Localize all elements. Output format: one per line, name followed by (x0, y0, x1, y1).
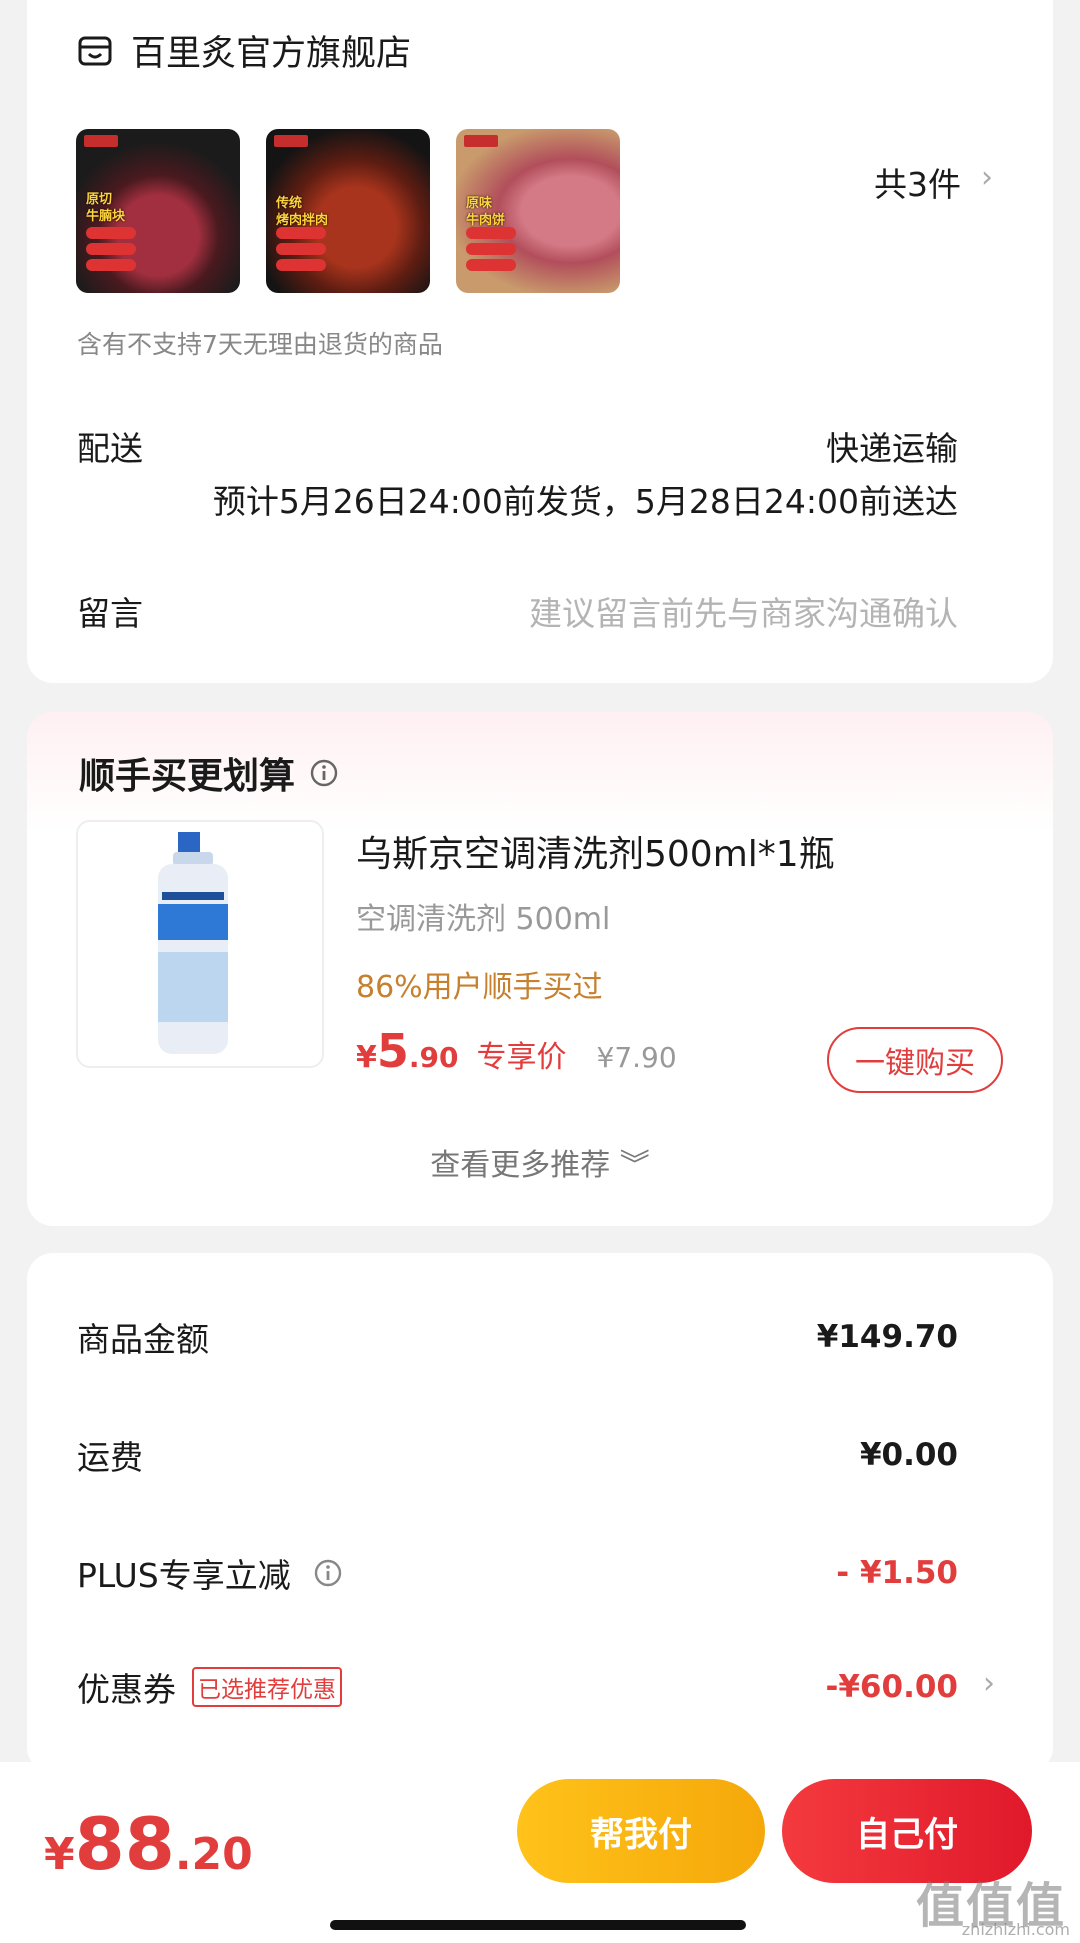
message-input[interactable]: 建议留言前先与商家沟通确认 (529, 587, 958, 635)
product-thumbnails[interactable]: 原切 牛腩块 传统 烤肉拌肉 原味 牛肉饼 (76, 129, 620, 293)
freight-row: 运费 ¥0.00 (77, 1431, 958, 1479)
price-summary-card: 商品金额 ¥149.70 运费 ¥0.00 PLUS专享立减 - ¥1.50 优… (27, 1253, 1053, 1773)
recommendation-title-text: 顺手买更划算 (79, 756, 296, 797)
goods-amount-value: ¥149.70 (816, 1319, 958, 1355)
brand-logo (84, 135, 118, 147)
shop-name: 百里炙官方旗舰店 (131, 34, 412, 74)
shipping-method[interactable]: 快递运输 (826, 422, 958, 470)
recommended-product-name[interactable]: 乌斯京空调清洗剂500ml*1瓶 (356, 825, 835, 877)
watermark-url: zhizhizhi.com (961, 1920, 1070, 1939)
price-currency: ¥ (356, 1040, 377, 1075)
total-integer: 88 (74, 1802, 175, 1886)
product-thumb-beef-patty[interactable]: 原味 牛肉饼 (456, 129, 620, 293)
product-thumb-beef-brisket[interactable]: 原切 牛腩块 (76, 129, 240, 293)
brand-logo (274, 135, 308, 147)
one-click-buy-button[interactable]: 一键购买 (827, 1027, 1003, 1093)
bottom-action-bar: ¥ 88 .20 帮我付 自己付 值值值 zhizhizhi.com (0, 1762, 1080, 1943)
freight-label: 运费 (77, 1438, 143, 1477)
home-indicator[interactable] (330, 1920, 746, 1930)
store-icon (78, 36, 112, 65)
product-caption: 传统 烤肉拌肉 (276, 196, 329, 228)
chevron-right-icon[interactable]: › (983, 1666, 995, 1701)
coupon-badge: 已选推荐优惠 (192, 1667, 342, 1707)
product-caption: 原味 牛肉饼 (466, 196, 506, 228)
social-proof-text: 86%用户顺手买过 (356, 970, 603, 1005)
recommendation-title: 顺手买更划算 (79, 747, 339, 799)
spray-can-icon (158, 832, 228, 1054)
total-price: ¥ 88 .20 (44, 1802, 253, 1886)
exclusive-price-tag: 专享价 (476, 1040, 567, 1075)
items-count[interactable]: 共3件 (874, 158, 961, 206)
plus-discount-row: PLUS专享立减 - ¥1.50 (77, 1549, 958, 1597)
message-label: 留言 (77, 594, 143, 633)
price-decimal: .90 (408, 1041, 459, 1074)
help-me-pay-button[interactable]: 帮我付 (517, 1779, 765, 1883)
recommended-product-price: ¥ 5 .90 专享价 ¥7.90 (356, 1024, 677, 1078)
total-decimal: .20 (174, 1829, 253, 1880)
coupon-value[interactable]: -¥60.00 (826, 1669, 959, 1705)
goods-amount-row: 商品金额 ¥149.70 (77, 1313, 958, 1361)
info-icon[interactable] (313, 1558, 343, 1588)
shop-header[interactable]: 百里炙官方旗舰店 (77, 25, 411, 76)
recommended-product-spec: 空调清洗剂 500ml (356, 902, 611, 937)
chevron-right-icon[interactable]: › (981, 160, 993, 195)
feature-pills (86, 227, 136, 275)
total-currency: ¥ (44, 1829, 75, 1880)
recommended-product-image[interactable] (76, 820, 324, 1068)
coupon-label: 优惠券 (77, 1670, 176, 1709)
product-caption: 原切 牛腩块 (86, 192, 126, 224)
return-policy-note: 含有不支持7天无理由退货的商品 (77, 330, 443, 359)
shipping-estimate: 预计5月26日24:00前发货，5月28日24:00前送达 (212, 482, 958, 521)
checkout-page: 百里炙官方旗舰店 原切 牛腩块 传统 烤肉拌肉 原味 牛肉饼 共3件 › 含有不… (0, 0, 1080, 1943)
view-more-recommendations[interactable]: 查看更多推荐 ︾ (27, 1140, 1053, 1184)
plus-discount-value: - ¥1.50 (836, 1555, 958, 1591)
recommendation-card: 顺手买更划算 乌斯京空调清洗剂500ml*1瓶 空调清洗剂 500ml 86%用… (27, 712, 1053, 1226)
price-integer: 5 (376, 1024, 409, 1078)
feature-pills (466, 227, 516, 275)
brand-logo (464, 135, 498, 147)
plus-discount-label-group: PLUS专享立减 (77, 1549, 343, 1597)
product-thumb-bbq-meat[interactable]: 传统 烤肉拌肉 (266, 129, 430, 293)
coupon-label-group: 优惠券 已选推荐优惠 (77, 1663, 342, 1711)
original-price: ¥7.90 (596, 1041, 677, 1074)
info-icon[interactable] (309, 758, 339, 788)
feature-pills (276, 227, 326, 275)
plus-discount-label: PLUS专享立减 (77, 1556, 291, 1595)
order-card: 百里炙官方旗舰店 原切 牛腩块 传统 烤肉拌肉 原味 牛肉饼 共3件 › 含有不… (27, 0, 1053, 683)
freight-value: ¥0.00 (859, 1437, 958, 1473)
goods-amount-label: 商品金额 (77, 1320, 209, 1359)
coupon-row[interactable]: 优惠券 已选推荐优惠 -¥60.00 (77, 1663, 958, 1711)
shipping-label: 配送 (77, 429, 143, 468)
